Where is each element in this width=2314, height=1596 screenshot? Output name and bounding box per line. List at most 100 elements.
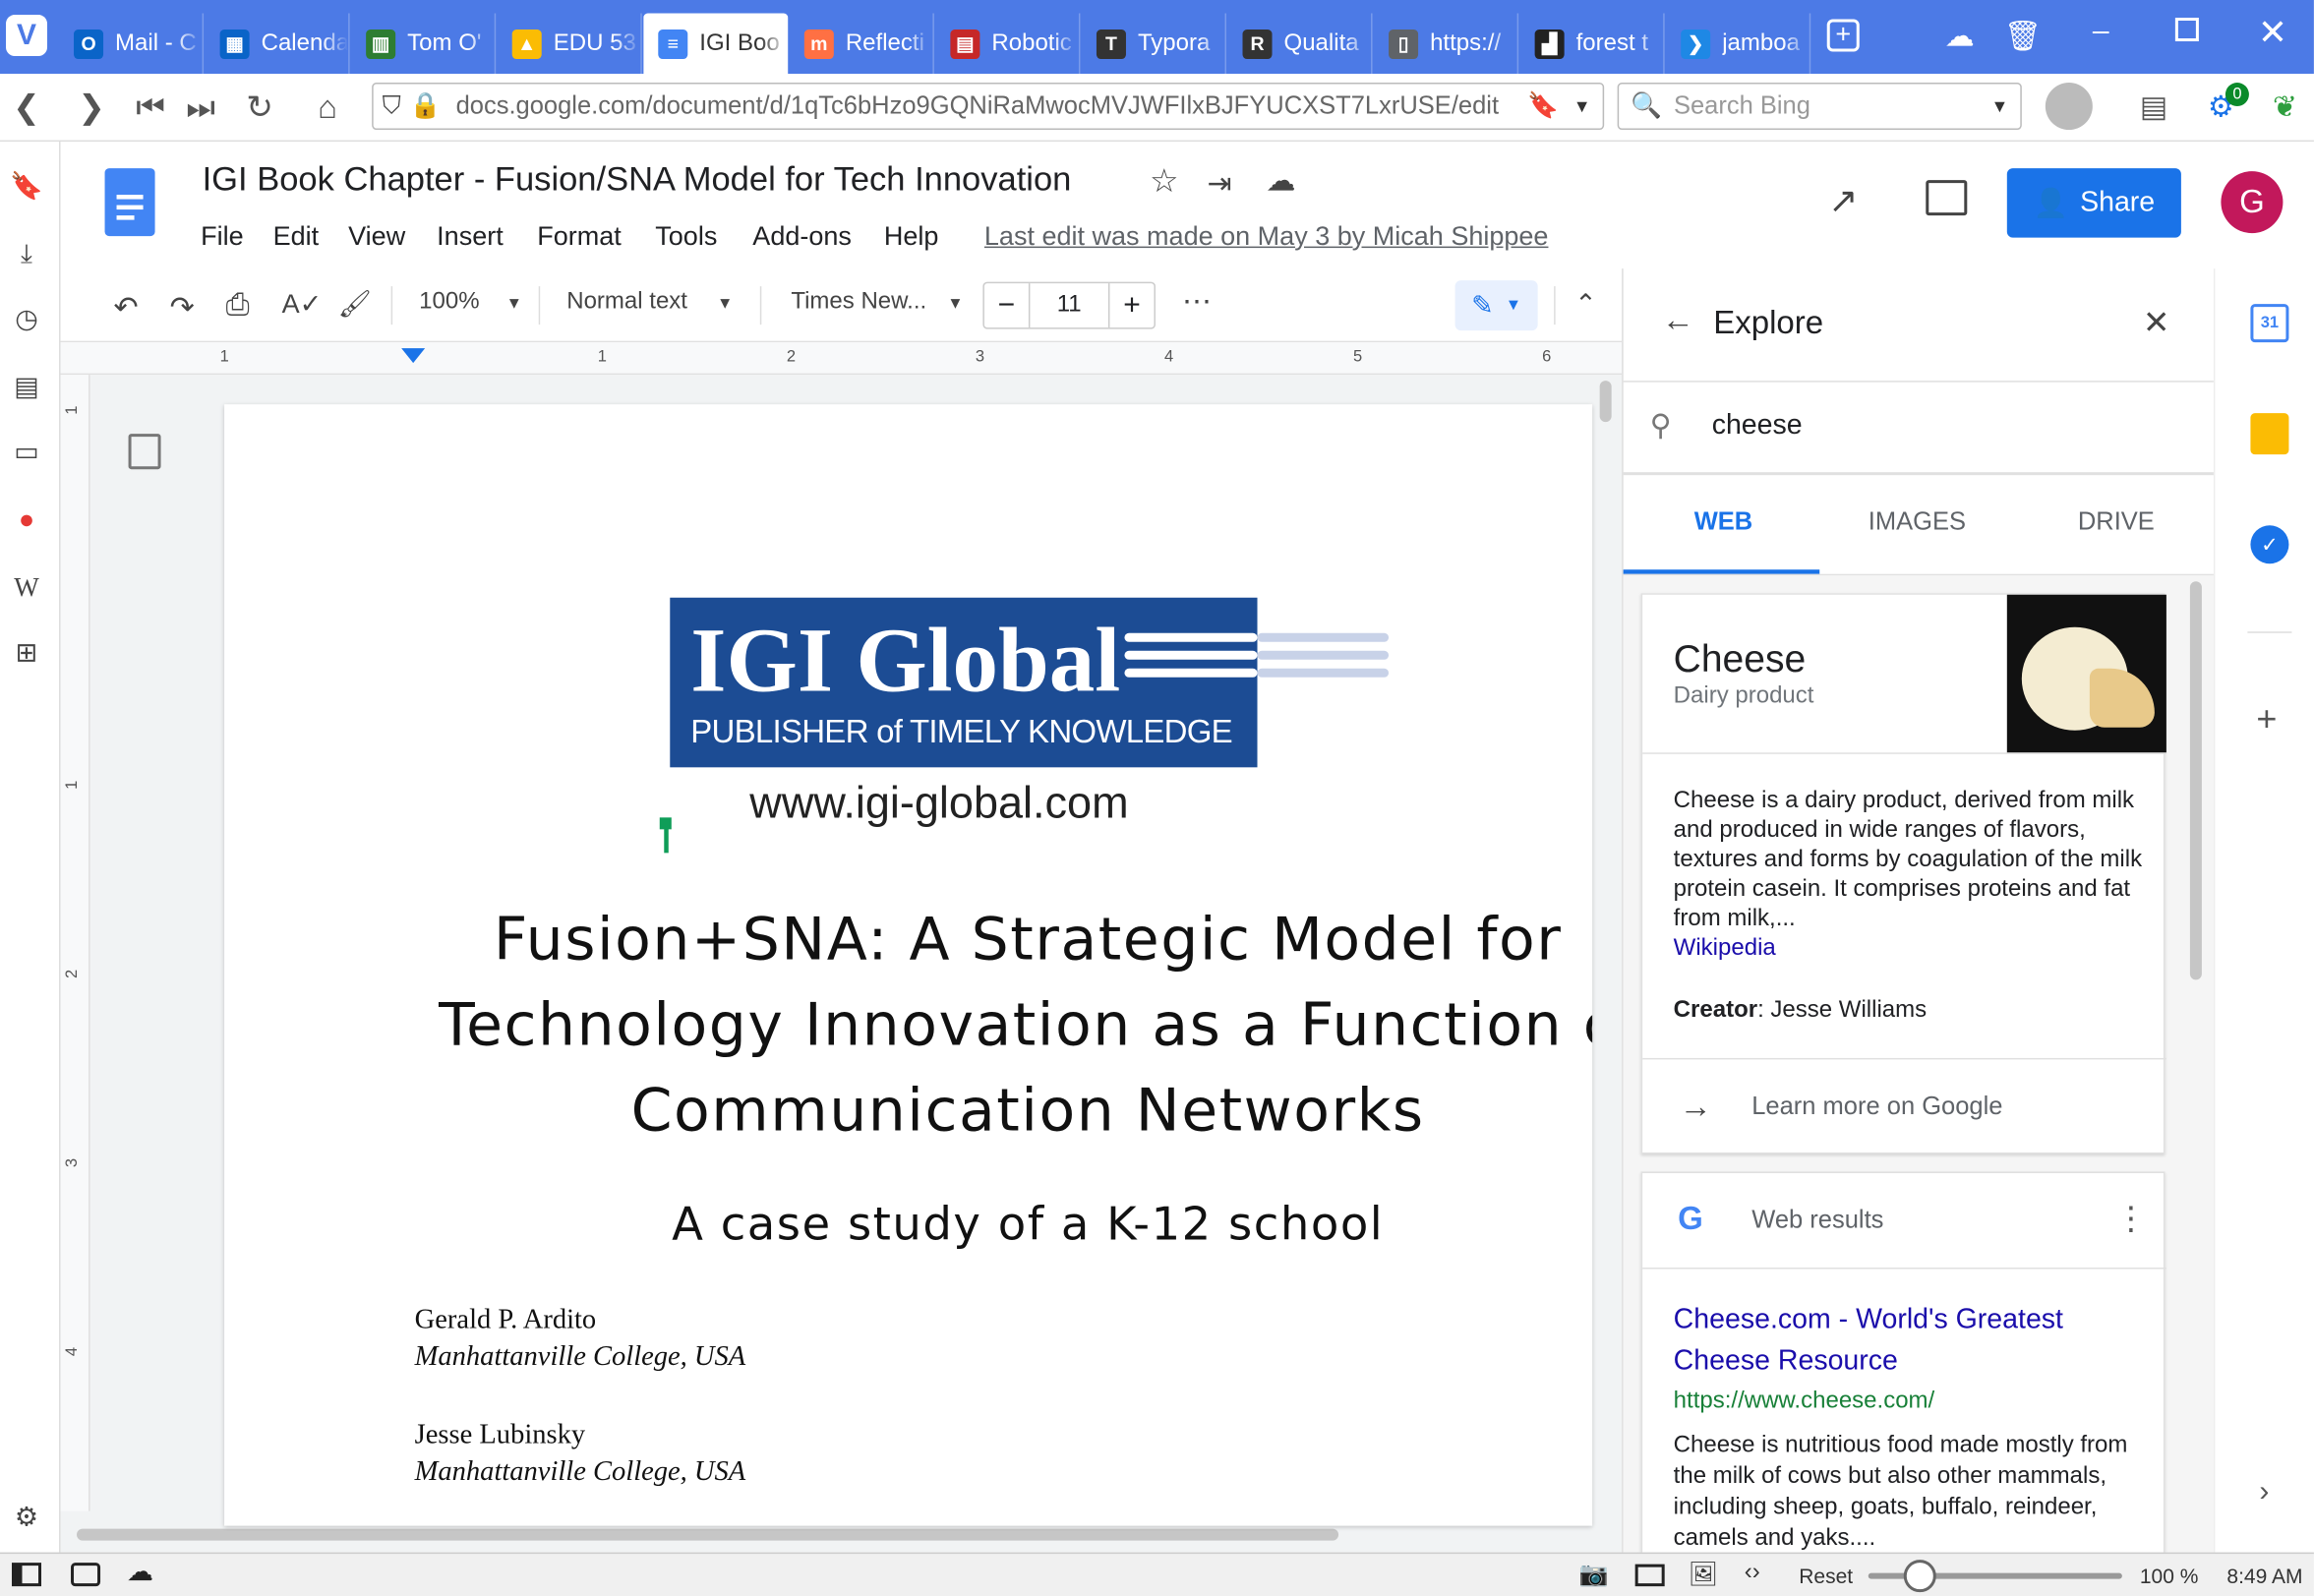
- window-panel-icon[interactable]: ▭: [0, 437, 53, 468]
- font-select[interactable]: Times New... ▼: [791, 289, 963, 316]
- minimize-icon[interactable]: –: [2093, 15, 2109, 49]
- browser-tab[interactable]: ≡ IGI Boo: [643, 13, 789, 75]
- browser-tab[interactable]: T Typora: [1082, 13, 1226, 75]
- notes-icon[interactable]: ▤: [0, 372, 53, 403]
- search-field[interactable]: 🔍 Search Bing ▼: [1617, 83, 2022, 131]
- doc-horizontal-scrollbar[interactable]: [77, 1528, 1339, 1541]
- browser-tab[interactable]: ▤ Robotic: [935, 13, 1081, 75]
- document-outline-icon[interactable]: [128, 434, 161, 470]
- paint-format-icon[interactable]: 🖌: [338, 289, 372, 321]
- maximize-icon[interactable]: [2174, 18, 2199, 42]
- browser-tab[interactable]: ▯ https://: [1374, 13, 1519, 75]
- browser-tab[interactable]: ▲ EDU 53: [498, 13, 642, 75]
- activity-trend-icon[interactable]: ↗: [1828, 180, 1858, 223]
- capture-icon[interactable]: 📷: [1579, 1560, 1609, 1589]
- vivaldi-web-panel-icon[interactable]: ●: [0, 504, 53, 536]
- explore-search-input[interactable]: cheese: [1712, 410, 1803, 443]
- back-icon[interactable]: ❮: [6, 89, 47, 127]
- browser-tab[interactable]: ❯ jamboa: [1666, 13, 1811, 75]
- wikipedia-link[interactable]: Wikipedia: [1674, 935, 1776, 962]
- tasks-icon[interactable]: ✓: [2250, 525, 2289, 564]
- explore-tab-web[interactable]: WEB: [1694, 507, 1753, 537]
- menu-file[interactable]: File: [201, 221, 244, 253]
- browser-tab[interactable]: ▟ forest t: [1520, 13, 1665, 75]
- panel-toggle-icon[interactable]: [12, 1563, 42, 1587]
- calendar-icon[interactable]: 31: [2250, 304, 2289, 343]
- bookmarks-icon[interactable]: 🔖: [0, 171, 53, 203]
- style-select[interactable]: Normal text ▼: [566, 289, 733, 316]
- expand-panel-icon[interactable]: ›: [2259, 1476, 2269, 1510]
- vivaldi-menu-icon[interactable]: V: [6, 15, 48, 57]
- add-web-panel-icon[interactable]: ⊞: [0, 637, 53, 669]
- close-window-icon[interactable]: ✕: [2258, 12, 2287, 55]
- result-title-link[interactable]: Cheese.com - World's Greatest Cheese Res…: [1674, 1300, 2131, 1383]
- search-engine-dropdown-icon[interactable]: ▼: [1990, 96, 2008, 117]
- redo-icon[interactable]: ↷: [170, 289, 195, 326]
- explore-tab-drive[interactable]: DRIVE: [2078, 507, 2155, 537]
- cheese-image[interactable]: [2006, 594, 2166, 753]
- browser-tab[interactable]: ▦ Calenda: [206, 13, 350, 75]
- explore-tab-images[interactable]: IMAGES: [1869, 507, 1966, 537]
- document-page[interactable]: IGI Global PUBLISHER of TIMELY KNOWLEDGE…: [224, 404, 1593, 1526]
- spellcheck-icon[interactable]: A✓: [282, 289, 323, 321]
- tab-tiling-icon[interactable]: [71, 1563, 101, 1587]
- trash-icon[interactable]: 🗑: [2004, 18, 2042, 55]
- images-toggle-icon[interactable]: 🖼: [1689, 1560, 1718, 1589]
- url-field[interactable]: ⛉ 🔒 docs.google.com/document/d/1qTc6bHzo…: [372, 83, 1605, 131]
- sync-cloud-icon[interactable]: ☁: [127, 1557, 153, 1588]
- menu-help[interactable]: Help: [884, 221, 939, 253]
- more-vert-icon[interactable]: ⋮: [2114, 1200, 2147, 1238]
- new-tab-icon[interactable]: +: [1826, 19, 1860, 52]
- forward-icon[interactable]: ❯: [71, 89, 112, 127]
- menu-addons[interactable]: Add-ons: [752, 221, 852, 253]
- star-icon[interactable]: ☆: [1150, 162, 1179, 201]
- reload-icon[interactable]: ↻: [239, 89, 280, 127]
- menu-view[interactable]: View: [348, 221, 405, 253]
- back-arrow-icon[interactable]: ←: [1662, 301, 1694, 339]
- downloads-icon[interactable]: ⤓: [0, 239, 53, 270]
- keep-icon[interactable]: [2250, 413, 2289, 455]
- docs-logo-icon[interactable]: [104, 168, 155, 237]
- document-title[interactable]: IGI Book Chapter - Fusion/SNA Model for …: [203, 159, 1072, 200]
- account-avatar[interactable]: G: [2221, 171, 2284, 234]
- indent-marker-icon[interactable]: [401, 348, 426, 364]
- increase-font-size-button[interactable]: +: [1109, 288, 1154, 323]
- rewind-icon[interactable]: ⏮: [130, 89, 171, 127]
- share-button[interactable]: 👤 Share: [2006, 168, 2181, 238]
- fast-forward-icon[interactable]: ⏭: [180, 89, 221, 127]
- doc-vertical-scrollbar[interactable]: [1599, 381, 1612, 423]
- settings-icon[interactable]: ⚙: [0, 1503, 53, 1534]
- zoom-slider-handle[interactable]: [1903, 1560, 1936, 1593]
- add-addon-icon[interactable]: +: [2256, 699, 2277, 740]
- print-icon[interactable]: ⎙: [226, 289, 250, 324]
- menu-edit[interactable]: Edit: [273, 221, 320, 253]
- evernote-icon[interactable]: ❦: [2273, 89, 2297, 126]
- browser-tab[interactable]: R Qualita: [1227, 13, 1373, 75]
- extension-icon[interactable]: ▤: [2140, 89, 2167, 126]
- font-size-input[interactable]: 11: [1028, 283, 1110, 328]
- cloud-sync-icon[interactable]: ☁: [1945, 18, 1975, 55]
- more-options-icon[interactable]: ⋯: [1182, 283, 1212, 321]
- explore-scrollbar[interactable]: [2189, 581, 2202, 980]
- browser-tab[interactable]: ▥ Tom O': [351, 13, 497, 75]
- comments-icon[interactable]: [1926, 180, 1968, 216]
- vertical-ruler[interactable]: 1 1 2 3 4: [60, 375, 90, 1511]
- editing-mode-button[interactable]: ✎ ▼: [1454, 280, 1538, 331]
- menu-insert[interactable]: Insert: [437, 221, 504, 253]
- bookmark-icon[interactable]: 🔖: [1527, 91, 1559, 121]
- horizontal-ruler[interactable]: 1 1 2 3 4 5 6: [60, 342, 1623, 376]
- zoom-select[interactable]: 100% ▼: [419, 289, 522, 316]
- menu-format[interactable]: Format: [537, 221, 622, 253]
- hide-menus-icon[interactable]: ⌃: [1574, 289, 1597, 321]
- last-edit-link[interactable]: Last edit was made on May 3 by Micah Shi…: [984, 221, 1549, 253]
- home-icon[interactable]: ⌂: [307, 89, 348, 127]
- wikipedia-icon[interactable]: W: [0, 572, 53, 604]
- browser-tab[interactable]: m Reflecti: [790, 13, 934, 75]
- menu-tools[interactable]: Tools: [655, 221, 717, 253]
- learn-more-link[interactable]: Learn more on Google: [1751, 1092, 2002, 1121]
- history-icon[interactable]: ◷: [0, 304, 53, 335]
- url-dropdown-icon[interactable]: ▼: [1573, 96, 1591, 117]
- profile-icon[interactable]: [2045, 83, 2093, 131]
- close-icon[interactable]: ✕: [2143, 304, 2170, 342]
- window-icon[interactable]: [1634, 1564, 1665, 1587]
